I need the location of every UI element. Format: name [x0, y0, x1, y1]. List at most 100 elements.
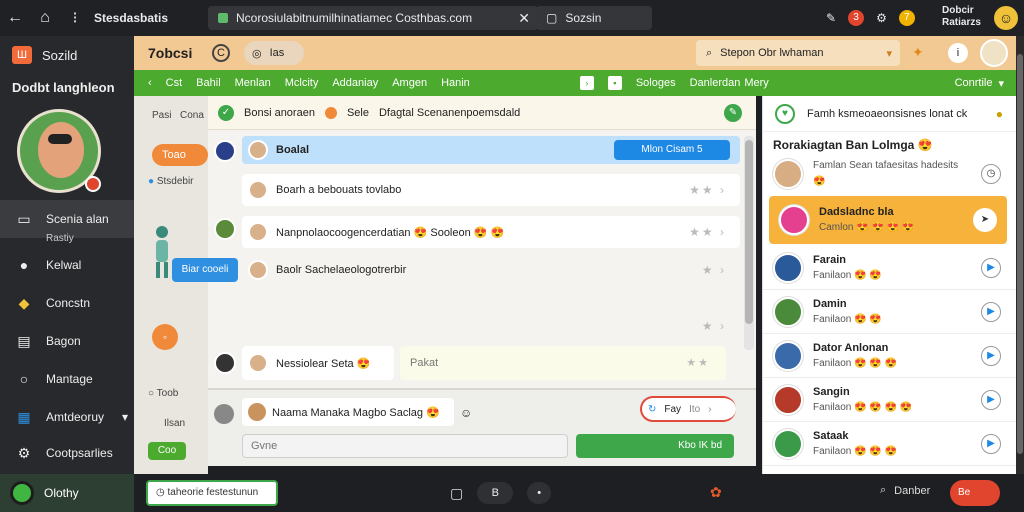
toolbar-item[interactable]: Bahil	[196, 77, 220, 89]
chat-row[interactable]: Boarh a bebouats tovlabo ★★ ›	[242, 174, 740, 206]
contact-item[interactable]: Sataak Fanilaon 😍 😍 😍 ▶	[763, 422, 1017, 466]
sidebar-item-1[interactable]: ● Kelwal	[0, 246, 134, 284]
avatar[interactable]	[214, 218, 236, 240]
back-chevron-icon[interactable]: ‹	[148, 77, 152, 89]
star-icons[interactable]: ★★ ›	[689, 183, 726, 197]
tool-sub[interactable]: ● Stsdebir	[148, 176, 194, 187]
message-input[interactable]	[242, 434, 568, 458]
sidebar-item-5[interactable]: ▦ Amtdeoruy ▾	[0, 398, 134, 436]
app-header: 7obcsi C ◎ Ias ⌕ Stepon Obr lwhaman ▾ ✦ …	[134, 36, 1016, 70]
pen-icon[interactable]: ✎	[826, 11, 836, 25]
taskbar-right[interactable]: ⌕ Danber	[880, 484, 930, 497]
toolbar-item[interactable]: Mery	[744, 77, 768, 89]
sidebar-item-6[interactable]: ⚙ Cootpsarlies	[0, 434, 134, 472]
reply-sub: Ito	[689, 403, 701, 415]
taskbar-button[interactable]: B	[477, 482, 514, 504]
url-bar[interactable]: Ncorosiulabitnumilhinatiamec Costhbas.co…	[208, 6, 538, 30]
check-icon[interactable]: ✓	[218, 104, 234, 121]
chat-side-row[interactable]: Pakat ★★	[400, 346, 726, 380]
compose-message[interactable]: Naama Manaka Magbo Saclag 😍	[242, 398, 454, 426]
star-icons[interactable]: ★★	[686, 346, 710, 380]
close-icon[interactable]: ✕	[518, 10, 530, 27]
user-menu[interactable]: Dobcir Ratiarzs	[942, 5, 981, 29]
video-icon[interactable]: ▶	[981, 346, 1001, 366]
taskbar-pill[interactable]: Be	[950, 480, 1000, 506]
contacts-search[interactable]: ♥ Famh ksmeoaeonsisnes lonat ck ●	[763, 96, 1017, 132]
sidebar-item-3[interactable]: ▤ Bagon	[0, 322, 134, 360]
star-icons[interactable]: ★★ ›	[689, 225, 726, 239]
send-button[interactable]: Kbo IK bd	[576, 434, 734, 458]
avatar[interactable]	[980, 39, 1008, 67]
taskbar-button[interactable]: •	[527, 482, 552, 504]
star-icons[interactable]: ★ ›	[702, 319, 726, 333]
back-arrow-icon[interactable]: ←	[0, 9, 30, 27]
contact-item[interactable]: Sangin Fanilaon 😍 😍 😍 😍 ▶	[763, 378, 1017, 422]
sidebar-item-2[interactable]: ◆ Concstn	[0, 284, 134, 322]
toolbar-item[interactable]: Sologes	[636, 77, 676, 89]
contact-item[interactable]: Famlan Sean tafaesitas hadesits 😍 ◷	[763, 152, 1017, 196]
video-icon[interactable]: ▶	[981, 434, 1001, 454]
sidebar-item-4[interactable]: ○ Mantage	[0, 360, 134, 398]
info-icon[interactable]: i	[948, 43, 968, 63]
star-icons[interactable]: ★ ›	[702, 263, 726, 277]
chat-row[interactable]: Nessiolear Seta 😍	[242, 346, 394, 380]
chat-row[interactable]: Baolr Sachelaeologotrerbir ★ ›	[242, 254, 740, 286]
notification-badge[interactable]: 3	[848, 10, 865, 26]
arrow-right-icon[interactable]: ➤	[973, 208, 997, 232]
contact-name: Dator Anlonan	[813, 341, 889, 354]
contact-item[interactable]: Dator Anlonan Fanilaon 😍 😍 😍 ▶	[763, 334, 1017, 378]
toolbar-item[interactable]: Addaniay	[332, 77, 378, 89]
avatar[interactable]	[214, 352, 236, 374]
tool-green-pill[interactable]: Coo	[148, 442, 186, 460]
home-icon[interactable]: ⌂	[30, 9, 60, 27]
toolbar-item[interactable]: Danlerdan	[690, 77, 741, 89]
tool-pill[interactable]: Toao	[152, 144, 208, 166]
timer-chip[interactable]: ◷ taheorie festestunun	[146, 480, 278, 506]
chat-row[interactable]: Boalal Mlon Cisam 5	[242, 136, 740, 164]
search-tab[interactable]: ▢ Sozsin	[536, 6, 652, 30]
emoji-icon[interactable]: ☺	[460, 406, 472, 420]
grid-icon[interactable]: ▪	[607, 76, 622, 90]
header-search[interactable]: ⌕ Stepon Obr lwhaman ▾	[696, 40, 900, 66]
c-button[interactable]: C	[212, 44, 230, 62]
toolbar-item[interactable]: Mclcity	[285, 77, 319, 89]
reply-chip[interactable]: ↻ Fay Ito ›	[640, 396, 736, 422]
contact-item[interactable]: Damin Fanilaon 😍 😍 ▶	[763, 290, 1017, 334]
chat-scrollbar[interactable]	[744, 136, 754, 350]
scrollbar-thumb[interactable]	[1017, 54, 1023, 454]
sidebar-bottom-status[interactable]: Olothy	[0, 474, 134, 512]
square-icon[interactable]: ›	[579, 76, 594, 90]
contact-item-selected[interactable]: Dadsladnc bla Camlon 😍 😍 😍 😍 ➤	[769, 196, 1007, 244]
contact-status: Fanilaon 😍 😍	[813, 269, 882, 281]
edit-icon[interactable]: ✎	[724, 104, 742, 122]
toolbar-item[interactable]: Hanin	[441, 77, 470, 89]
toolbar-item[interactable]: Menlan	[235, 77, 271, 89]
avatar[interactable]	[214, 140, 236, 162]
tool-item[interactable]: ○ Toob	[148, 388, 178, 399]
settings-icon[interactable]	[214, 404, 234, 424]
clock-icon[interactable]: ◷	[981, 164, 1001, 184]
toolbar-dropdown[interactable]: Conrtile	[955, 77, 993, 89]
toolbar-item[interactable]: Cst	[166, 77, 183, 89]
avatar[interactable]: ☺	[994, 6, 1018, 30]
header-pill[interactable]: ◎ Ias	[244, 41, 304, 65]
video-icon[interactable]: ▶	[981, 390, 1001, 410]
chat-icon[interactable]: ▢	[450, 485, 463, 502]
scrollbar-thumb[interactable]	[745, 140, 753, 324]
bulb-icon[interactable]: ✦	[912, 44, 924, 61]
toolbar-item[interactable]: Amgen	[392, 77, 427, 89]
tool-label: Ilsan	[164, 418, 186, 429]
contacts-scrollbar[interactable]	[1016, 36, 1024, 474]
contact-item[interactable]: Farain Fanilaon 😍 😍 ▶	[763, 246, 1017, 290]
alert-badge[interactable]: 7	[898, 10, 915, 26]
video-icon[interactable]: ▶	[981, 302, 1001, 322]
gear-icon[interactable]: ⚙	[876, 11, 887, 25]
row-action-button[interactable]: Mlon Cisam 5	[614, 140, 730, 160]
menu-grid-icon[interactable]: ⁝	[60, 8, 90, 28]
orange-circle-icon[interactable]: ◦	[152, 324, 178, 350]
video-icon[interactable]: ▶	[981, 258, 1001, 278]
emoji-icon[interactable]: ●	[996, 107, 1003, 121]
sidebar-subitem[interactable]: Rastiy	[46, 233, 74, 244]
gift-icon[interactable]: ✿	[710, 484, 722, 501]
chat-row[interactable]: Nanpnolaocoogencerdatian 😍 Sooleon 😍 😍 ★…	[242, 216, 740, 248]
